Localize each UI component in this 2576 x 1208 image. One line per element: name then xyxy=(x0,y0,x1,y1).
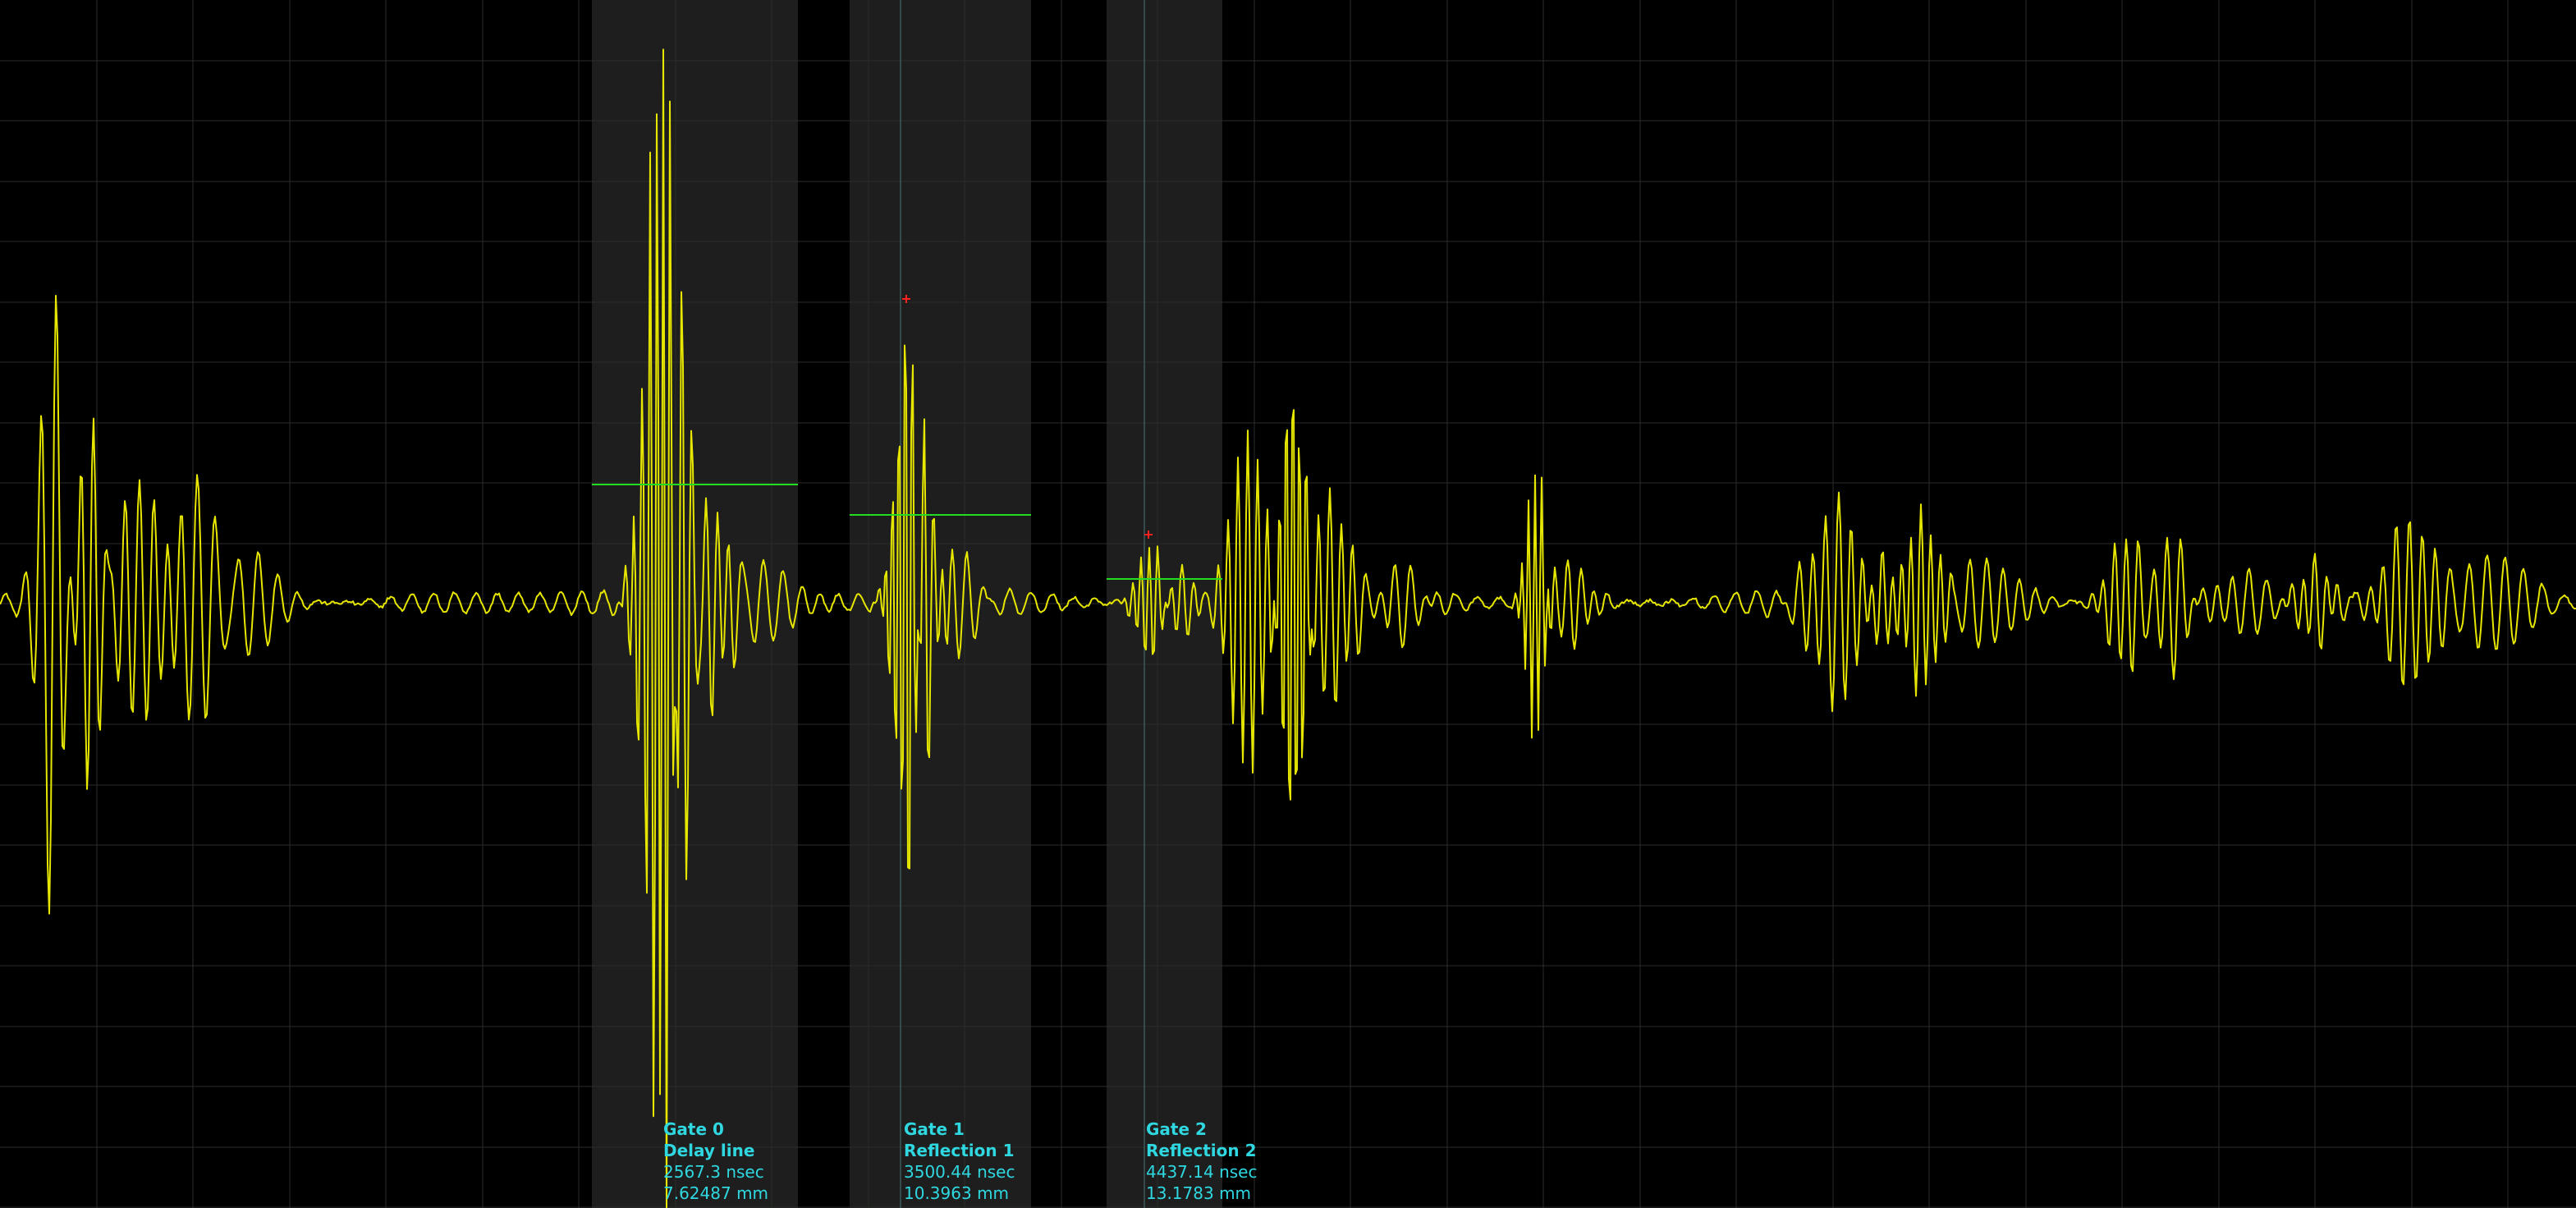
gate-1-distance: 10.3963 mm xyxy=(904,1183,1010,1203)
gate-0-readout: Gate 0 Delay line 2567.3 nsec 7.62487 mm xyxy=(663,1118,768,1204)
gate-1-title: Gate 1 xyxy=(904,1119,965,1139)
gate-0-time: 2567.3 nsec xyxy=(663,1162,764,1182)
gate-1-readout: Gate 1 Reflection 1 3500.44 nsec 10.3963… xyxy=(904,1118,1015,1204)
ultrasonic-waveform-display[interactable] xyxy=(0,0,2576,1208)
gate-2-name: Reflection 2 xyxy=(1146,1141,1257,1160)
gate-0-distance: 7.62487 mm xyxy=(663,1183,769,1203)
gate-2-distance: 13.1783 mm xyxy=(1146,1183,1252,1203)
gate-2-title: Gate 2 xyxy=(1146,1119,1207,1139)
gate-1-name: Reflection 1 xyxy=(904,1141,1015,1160)
gate-1-time: 3500.44 nsec xyxy=(904,1162,1015,1182)
gate-2-readout: Gate 2 Reflection 2 4437.14 nsec 13.1783… xyxy=(1146,1118,1257,1204)
gate-0-title: Gate 0 xyxy=(663,1119,724,1139)
gate-0-name: Delay line xyxy=(663,1141,755,1160)
gate-2-time: 4437.14 nsec xyxy=(1146,1162,1258,1182)
